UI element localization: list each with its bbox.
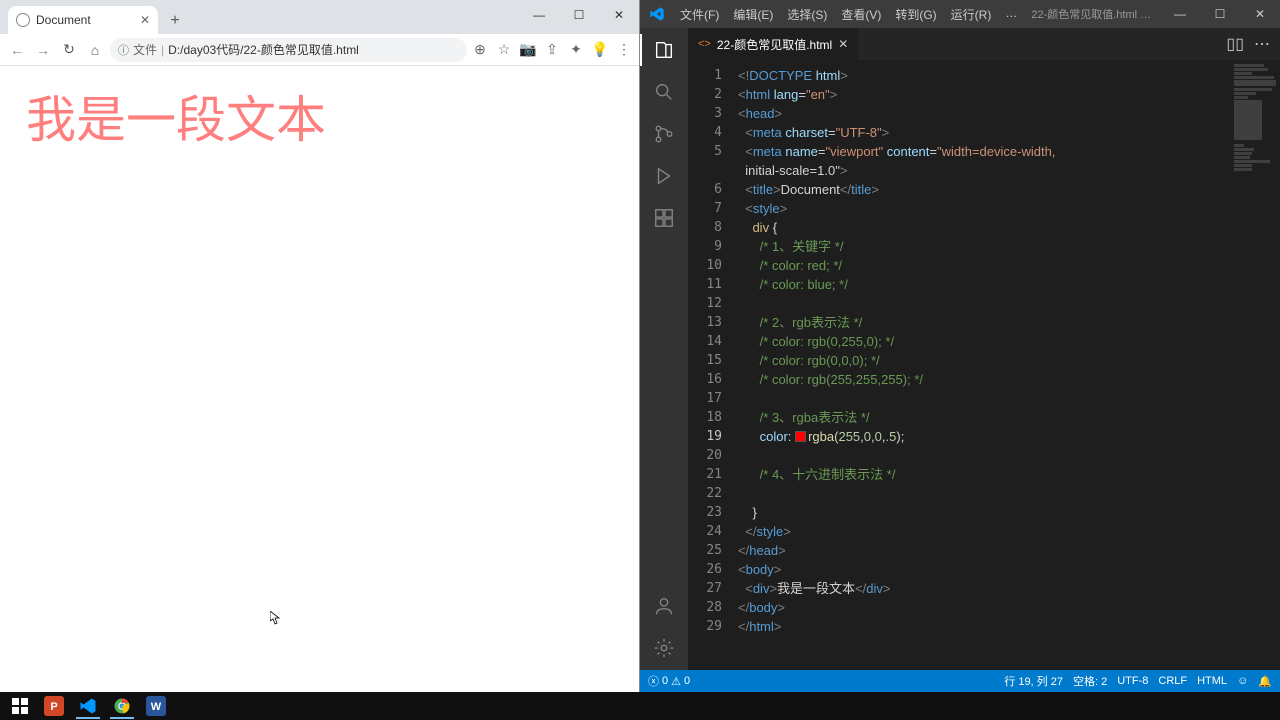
taskbar-powerpoint-icon[interactable]: P bbox=[38, 693, 70, 719]
page-text-content: 我是一段文本 bbox=[26, 80, 613, 152]
browser-titlebar: Document ✕ + — ☐ ✕ bbox=[0, 0, 639, 34]
menu-overflow[interactable]: … bbox=[999, 6, 1023, 23]
vscode-logo-icon bbox=[640, 6, 674, 22]
status-eol[interactable]: CRLF bbox=[1158, 675, 1187, 687]
editor-more-icon[interactable]: ⋯ bbox=[1254, 34, 1270, 54]
run-debug-icon[interactable] bbox=[652, 164, 676, 188]
search-icon[interactable] bbox=[652, 80, 676, 104]
vscode-status-bar: ⓧ0 ⚠0 行 19, 列 27 空格: 2 UTF-8 CRLF HTML ☺… bbox=[640, 670, 1280, 692]
minimap[interactable] bbox=[1230, 60, 1280, 670]
split-editor-icon[interactable]: ▯▯ bbox=[1226, 34, 1244, 54]
status-feedback-icon[interactable]: ☺ bbox=[1237, 675, 1248, 687]
source-control-icon[interactable] bbox=[652, 122, 676, 146]
browser-menu-icon[interactable]: ⋮ bbox=[615, 41, 633, 59]
taskbar-vscode-icon[interactable] bbox=[72, 693, 104, 719]
account-icon[interactable] bbox=[652, 594, 676, 618]
tab-close-icon[interactable]: ✕ bbox=[140, 13, 150, 27]
code-editor[interactable]: 1234567891011121314151617181920212223242… bbox=[688, 60, 1280, 670]
svg-text:P: P bbox=[50, 701, 57, 713]
menu-run[interactable]: 运行(R) bbox=[945, 6, 998, 23]
editor-tab-name: 22-颜色常见取值.html bbox=[717, 36, 832, 53]
browser-address-bar: ← → ↻ ⌂ ⓘ 文件 | D:/day03代码/22-颜色常见取值.html… bbox=[0, 34, 639, 66]
svg-text:W: W bbox=[151, 701, 162, 713]
error-icon: ⓧ bbox=[648, 673, 659, 689]
url-input[interactable]: ⓘ 文件 | D:/day03代码/22-颜色常见取值.html bbox=[110, 38, 467, 62]
explorer-icon[interactable] bbox=[652, 38, 676, 62]
settings-gear-icon[interactable] bbox=[652, 636, 676, 660]
status-bell-icon[interactable]: 🔔 bbox=[1258, 675, 1272, 688]
new-tab-button[interactable]: + bbox=[162, 8, 188, 34]
editor-tabs: <> 22-颜色常见取值.html ✕ ▯▯ ⋯ bbox=[688, 28, 1280, 60]
url-path: D:/day03代码/22-颜色常见取值.html bbox=[168, 41, 359, 58]
vscode-minimize-button[interactable]: — bbox=[1160, 0, 1200, 28]
status-problems[interactable]: ⓧ0 ⚠0 bbox=[648, 673, 690, 689]
menu-edit[interactable]: 编辑(E) bbox=[727, 6, 779, 23]
share-icon[interactable]: ⇪ bbox=[543, 41, 561, 59]
url-separator: | bbox=[161, 43, 164, 57]
vscode-window-title: 22-颜色常见取值.html - day03代码 - Visu... bbox=[1023, 6, 1160, 22]
browser-minimize-button[interactable]: — bbox=[519, 0, 559, 30]
code-content[interactable]: <!DOCTYPE html><html lang="en"><head> <m… bbox=[738, 60, 1280, 670]
status-language[interactable]: HTML bbox=[1197, 675, 1227, 687]
tab-title: Document bbox=[36, 13, 140, 27]
menu-selection[interactable]: 选择(S) bbox=[781, 6, 833, 23]
zoom-icon[interactable]: ⊕ bbox=[471, 41, 489, 59]
bookmark-star-icon[interactable]: ☆ bbox=[495, 41, 513, 59]
activity-bar bbox=[640, 28, 688, 670]
status-encoding[interactable]: UTF-8 bbox=[1117, 675, 1148, 687]
browser-window: Document ✕ + — ☐ ✕ ← → ↻ ⌂ ⓘ 文件 | D:/day… bbox=[0, 0, 640, 692]
menu-view[interactable]: 查看(V) bbox=[835, 6, 887, 23]
editor-group: <> 22-颜色常见取值.html ✕ ▯▯ ⋯ 123456789101112… bbox=[688, 28, 1280, 670]
editor-tab-close-icon[interactable]: ✕ bbox=[838, 37, 848, 51]
taskbar-chrome-icon[interactable] bbox=[106, 693, 138, 719]
status-line-col[interactable]: 行 19, 列 27 bbox=[1004, 673, 1063, 689]
url-scheme: 文件 bbox=[133, 41, 157, 58]
extensions-icon[interactable]: ✦ bbox=[567, 41, 585, 59]
mouse-cursor-icon bbox=[270, 611, 280, 625]
vscode-maximize-button[interactable]: ☐ bbox=[1200, 0, 1240, 28]
menu-go[interactable]: 转到(G) bbox=[889, 6, 942, 23]
editor-tab[interactable]: <> 22-颜色常见取值.html ✕ bbox=[688, 28, 859, 60]
extensions-panel-icon[interactable] bbox=[652, 206, 676, 230]
forward-button[interactable]: → bbox=[32, 39, 54, 61]
browser-tab[interactable]: Document ✕ bbox=[8, 6, 158, 34]
html-file-icon: <> bbox=[698, 38, 711, 50]
status-indent[interactable]: 空格: 2 bbox=[1073, 673, 1107, 689]
screenshot-icon[interactable]: 📷 bbox=[519, 41, 537, 59]
browser-close-button[interactable]: ✕ bbox=[599, 0, 639, 30]
menu-file[interactable]: 文件(F) bbox=[674, 6, 725, 23]
vscode-window: 文件(F) 编辑(E) 选择(S) 查看(V) 转到(G) 运行(R) … 22… bbox=[640, 0, 1280, 692]
reload-button[interactable]: ↻ bbox=[58, 39, 80, 61]
vscode-close-button[interactable]: ✕ bbox=[1240, 0, 1280, 28]
browser-viewport: 我是一段文本 bbox=[0, 66, 639, 692]
windows-taskbar: P W bbox=[0, 692, 1280, 720]
start-button[interactable] bbox=[4, 693, 36, 719]
browser-maximize-button[interactable]: ☐ bbox=[559, 0, 599, 30]
vscode-titlebar: 文件(F) 编辑(E) 选择(S) 查看(V) 转到(G) 运行(R) … 22… bbox=[640, 0, 1280, 28]
line-number-gutter: 1234567891011121314151617181920212223242… bbox=[688, 60, 738, 670]
vscode-menubar: 文件(F) 编辑(E) 选择(S) 查看(V) 转到(G) 运行(R) … bbox=[674, 6, 1023, 23]
page-favicon bbox=[16, 13, 30, 27]
warning-icon: ⚠ bbox=[671, 675, 681, 688]
tips-icon[interactable]: 💡 bbox=[591, 41, 609, 59]
site-info-icon[interactable]: ⓘ bbox=[118, 42, 129, 58]
taskbar-word-icon[interactable]: W bbox=[140, 693, 172, 719]
back-button[interactable]: ← bbox=[6, 39, 28, 61]
home-button[interactable]: ⌂ bbox=[84, 39, 106, 61]
